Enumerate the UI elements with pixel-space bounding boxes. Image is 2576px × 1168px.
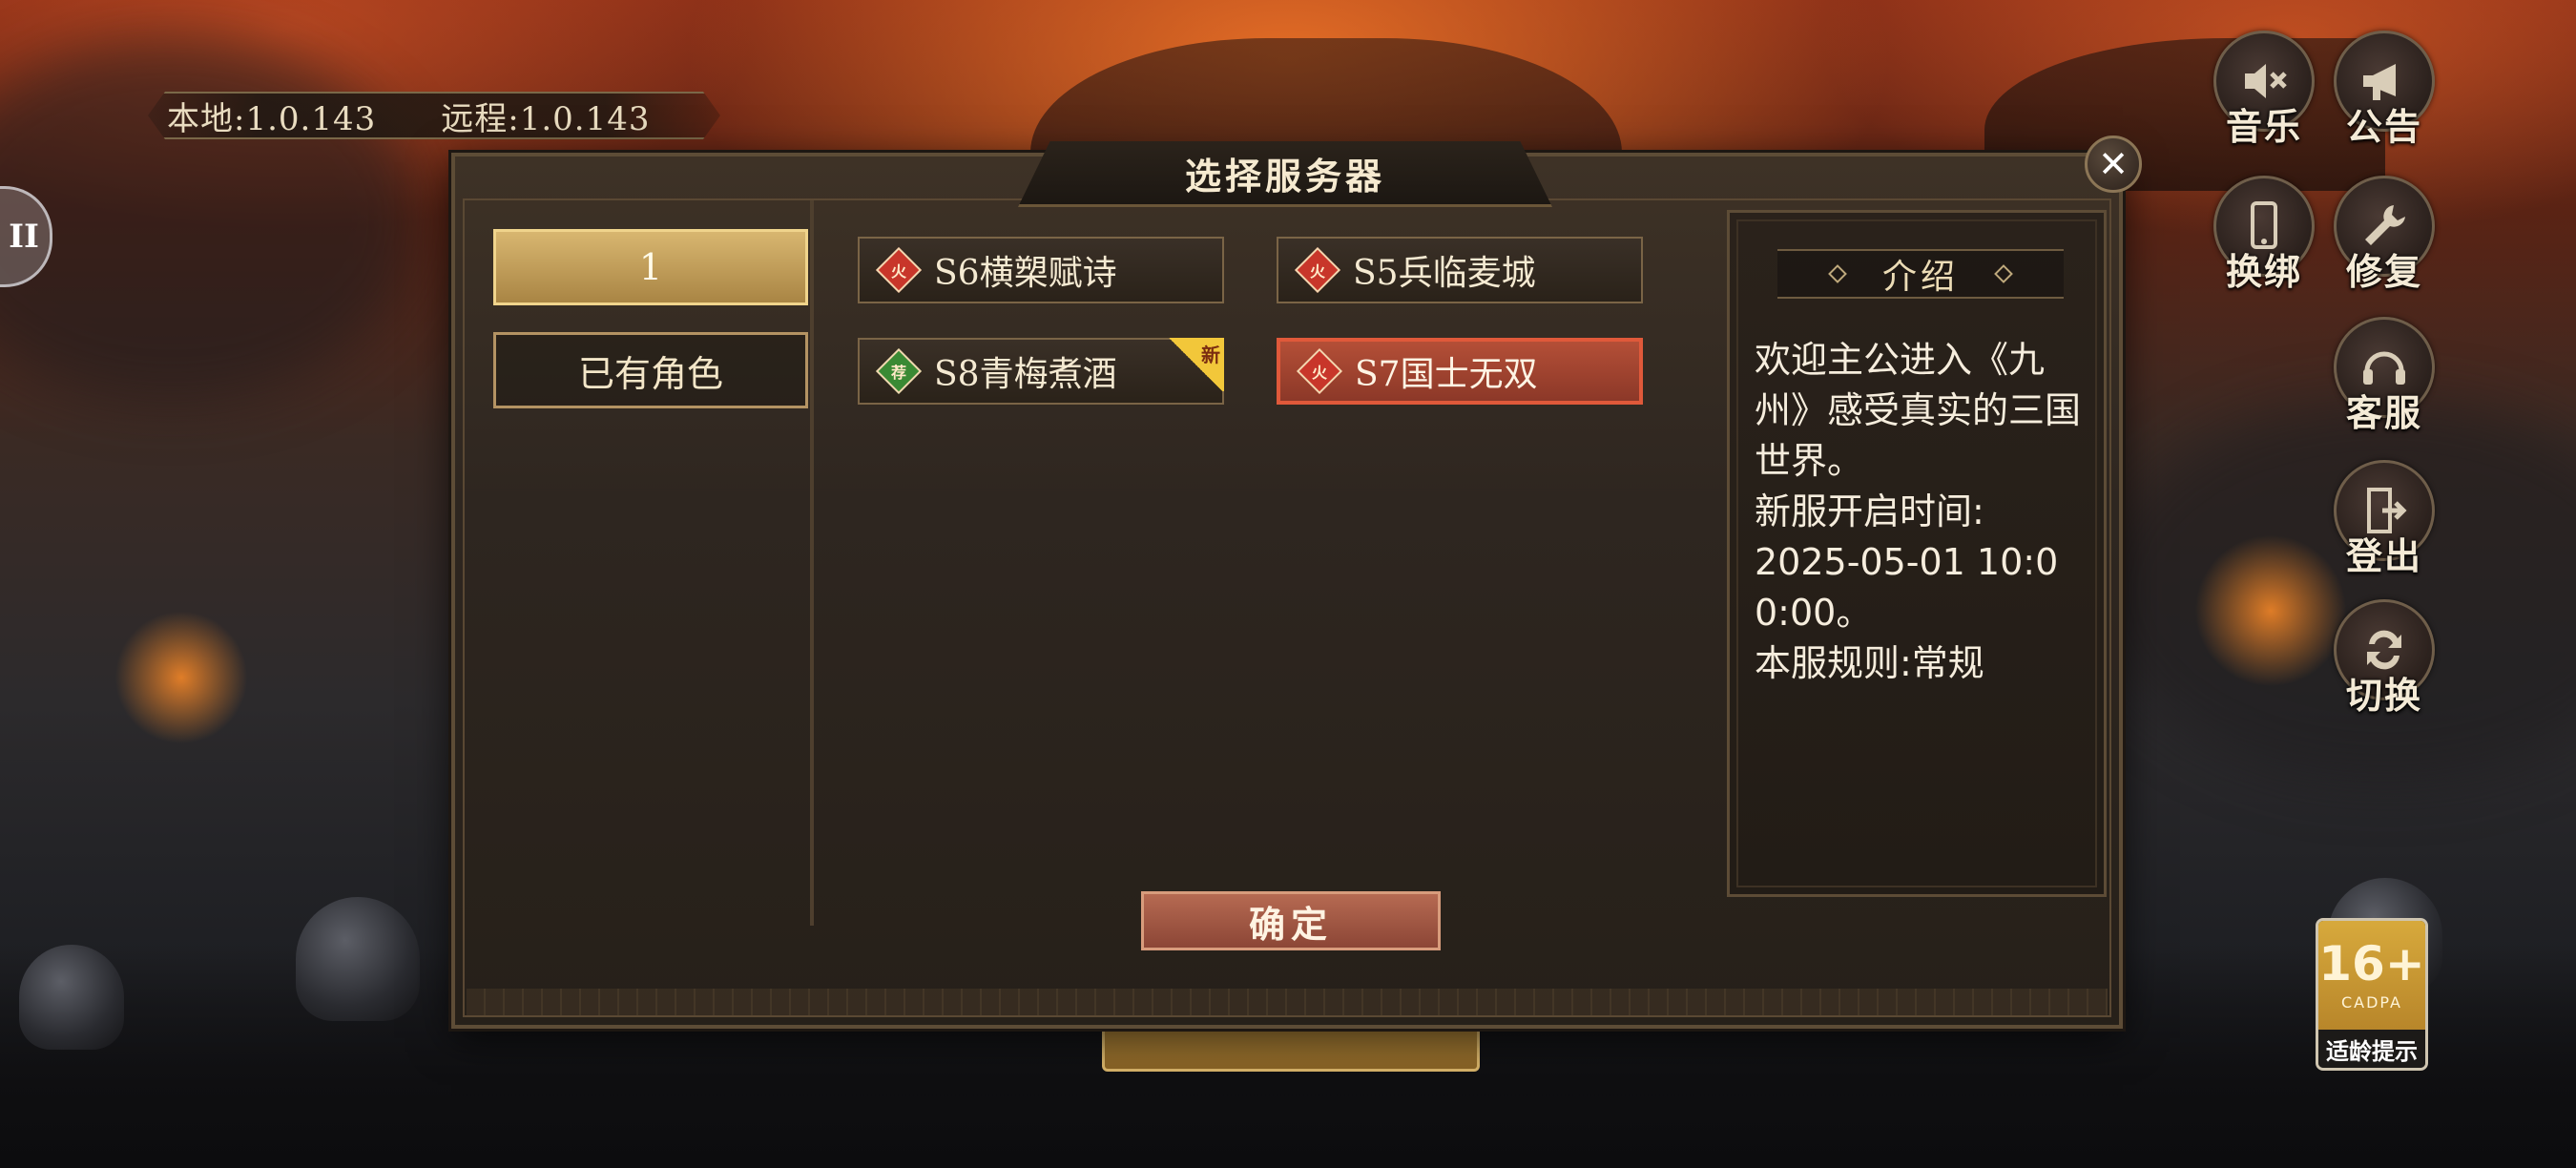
info-heading: 介绍 [1881,258,1959,297]
info-heading-bar: 介绍 [1777,249,2064,299]
repair-label: 修复 [2345,250,2422,293]
rating-org: CADPA [2340,992,2402,1012]
switch-label: 切换 [2345,674,2422,717]
repair-button[interactable]: 修复 [2332,176,2437,295]
confirm-button[interactable]: 确定 [1141,891,1441,950]
rebind-label: 换绑 [2225,250,2302,293]
age-rating-badge: 16+ CADPA 适龄提示 [2316,918,2428,1071]
server-name: S8青梅煮酒 [934,355,1117,394]
fire-badge-icon: 火 [1294,246,1341,294]
logout-label: 登出 [2345,534,2422,577]
server-info-panel: 介绍 欢迎主公进入《九州》感受真实的三国世界。 新服开启时间: 2025-05-… [1727,210,2107,897]
tab-existing-roles[interactable]: 已有角色 [493,332,808,408]
server-name: S6横槊赋诗 [934,254,1117,293]
logout-button[interactable]: 登出 [2332,460,2437,579]
recommend-badge-icon: 荐 [875,347,923,395]
decorative-border-band [467,989,2108,1015]
customer-service-label: 客服 [2345,391,2422,434]
palace-roof-silhouette [1030,38,1622,153]
age-number: 16+ [2318,935,2425,991]
pause-icon: II [9,218,39,256]
switch-button[interactable]: 切换 [2332,599,2437,719]
server-button-s8[interactable]: 荐 S8青梅煮酒 新 [858,338,1224,405]
dialog-title-bar: 选择服务器 [1018,141,1552,207]
customer-service-button[interactable]: 客服 [2332,317,2437,436]
soldier-helmet [19,945,124,1050]
age-tip: 适龄提示 [2318,1030,2425,1068]
close-icon[interactable]: ✕ [2085,136,2142,193]
ornament-icon [1828,264,1847,283]
local-version: 本地:1.0.143 [167,99,377,138]
fire-glow [2194,534,2347,687]
server-group-column: 1 已有角色 [465,200,814,926]
music-label: 音乐 [2225,105,2302,148]
server-select-dialog: 选择服务器 ✕ 1 已有角色 火 S6横槊赋诗 火 S5兵临麦城 荐 S8青梅煮… [451,136,2142,1029]
dialog-title: 选择服务器 [1184,154,1385,198]
ornament-icon [1994,264,2013,283]
fire-glow [114,611,248,744]
soldier-helmet [296,897,420,1021]
new-server-tag: 新 [1167,338,1224,391]
server-button-s6[interactable]: 火 S6横槊赋诗 [858,237,1224,303]
server-button-s5[interactable]: 火 S5兵临麦城 [1277,237,1643,303]
info-text: 欢迎主公进入《九州》感受真实的三国世界。 新服开启时间: 2025-05-01 … [1755,339,2082,684]
server-name: S5兵临麦城 [1353,254,1536,293]
fire-badge-icon: 火 [1296,347,1343,395]
remote-version: 远程:1.0.143 [441,99,651,138]
announcement-button[interactable]: 公告 [2332,31,2437,150]
server-name: S7国士无双 [1355,355,1538,394]
rebind-button[interactable]: 换绑 [2212,176,2316,295]
server-button-s7[interactable]: 火 S7国士无双 [1277,338,1643,405]
fire-badge-icon: 火 [875,246,923,294]
tab-group-1[interactable]: 1 [493,229,808,305]
announcement-label: 公告 [2345,105,2422,148]
music-button[interactable]: 音乐 [2212,31,2316,150]
version-plate: 本地:1.0.143 远程:1.0.143 [148,92,720,139]
